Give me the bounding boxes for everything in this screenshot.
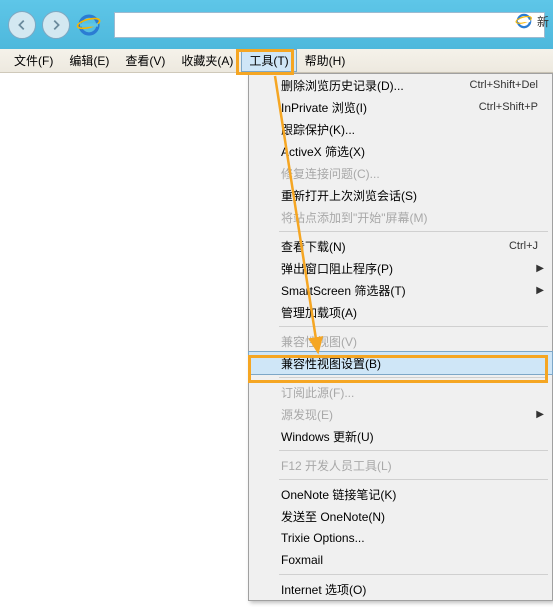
mi-addons[interactable]: 管理加载项(A) — [249, 301, 552, 323]
mi-fix-conn: 修复连接问题(C)... — [249, 162, 552, 184]
mi-tracking[interactable]: 跟踪保护(K)... — [249, 118, 552, 140]
menu-help[interactable]: 帮助(H) — [297, 49, 354, 72]
tools-dropdown: 删除浏览历史记录(D)... Ctrl+Shift+Del InPrivate … — [248, 73, 553, 601]
mi-reopen[interactable]: 重新打开上次浏览会话(S) — [249, 184, 552, 206]
ie-logo-icon — [76, 12, 102, 38]
menu-tools[interactable]: 工具(T) — [241, 49, 296, 72]
submenu-arrow-icon: ▶ — [536, 263, 544, 274]
mi-inprivate[interactable]: InPrivate 浏览(I) Ctrl+Shift+P — [249, 96, 552, 118]
mi-send-onenote[interactable]: 发送至 OneNote(N) — [249, 505, 552, 527]
mi-compat-view: 兼容性视图(V) — [249, 330, 552, 352]
menu-favorites[interactable]: 收藏夹(A) — [173, 49, 241, 72]
menu-view[interactable]: 查看(V) — [117, 49, 173, 72]
mi-foxmail[interactable]: Foxmail — [249, 549, 552, 571]
mi-delete-history[interactable]: 删除浏览历史记录(D)... Ctrl+Shift+Del — [249, 74, 552, 96]
submenu-arrow-icon: ▶ — [536, 285, 544, 296]
mi-compat-settings[interactable]: 兼容性视图设置(B) — [248, 351, 553, 375]
tab-strip: 新 — [515, 12, 553, 30]
menubar: 文件(F) 编辑(E) 查看(V) 收藏夹(A) 工具(T) 帮助(H) — [0, 49, 553, 73]
tab-ie-icon — [515, 12, 533, 30]
titlebar: 新 — [0, 0, 553, 49]
separator — [279, 450, 548, 451]
mi-popup[interactable]: 弹出窗口阻止程序(P)▶ — [249, 257, 552, 279]
mi-activex[interactable]: ActiveX 筛选(X) — [249, 140, 552, 162]
separator — [279, 231, 548, 232]
separator — [279, 574, 548, 575]
back-button[interactable] — [8, 11, 36, 39]
menu-file[interactable]: 文件(F) — [6, 49, 61, 72]
mi-downloads[interactable]: 查看下载(N) Ctrl+J — [249, 235, 552, 257]
mi-internet-options[interactable]: Internet 选项(O) — [249, 578, 552, 600]
mi-feed-discovery: 源发现(E)▶ — [249, 403, 552, 425]
separator — [279, 479, 548, 480]
mi-onenote-link[interactable]: OneNote 链接笔记(K) — [249, 483, 552, 505]
mi-win-update[interactable]: Windows 更新(U) — [249, 425, 552, 447]
mi-subscribe: 订阅此源(F)... — [249, 381, 552, 403]
address-bar[interactable] — [114, 12, 545, 38]
forward-button[interactable] — [42, 11, 70, 39]
separator — [279, 326, 548, 327]
mi-f12: F12 开发人员工具(L) — [249, 454, 552, 476]
submenu-arrow-icon: ▶ — [536, 409, 544, 420]
mi-add-start: 将站点添加到"开始"屏幕(M) — [249, 206, 552, 228]
tab-label[interactable]: 新 — [537, 13, 549, 30]
menu-edit[interactable]: 编辑(E) — [61, 49, 117, 72]
separator — [279, 377, 548, 378]
mi-smartscreen[interactable]: SmartScreen 筛选器(T)▶ — [249, 279, 552, 301]
mi-trixie[interactable]: Trixie Options... — [249, 527, 552, 549]
